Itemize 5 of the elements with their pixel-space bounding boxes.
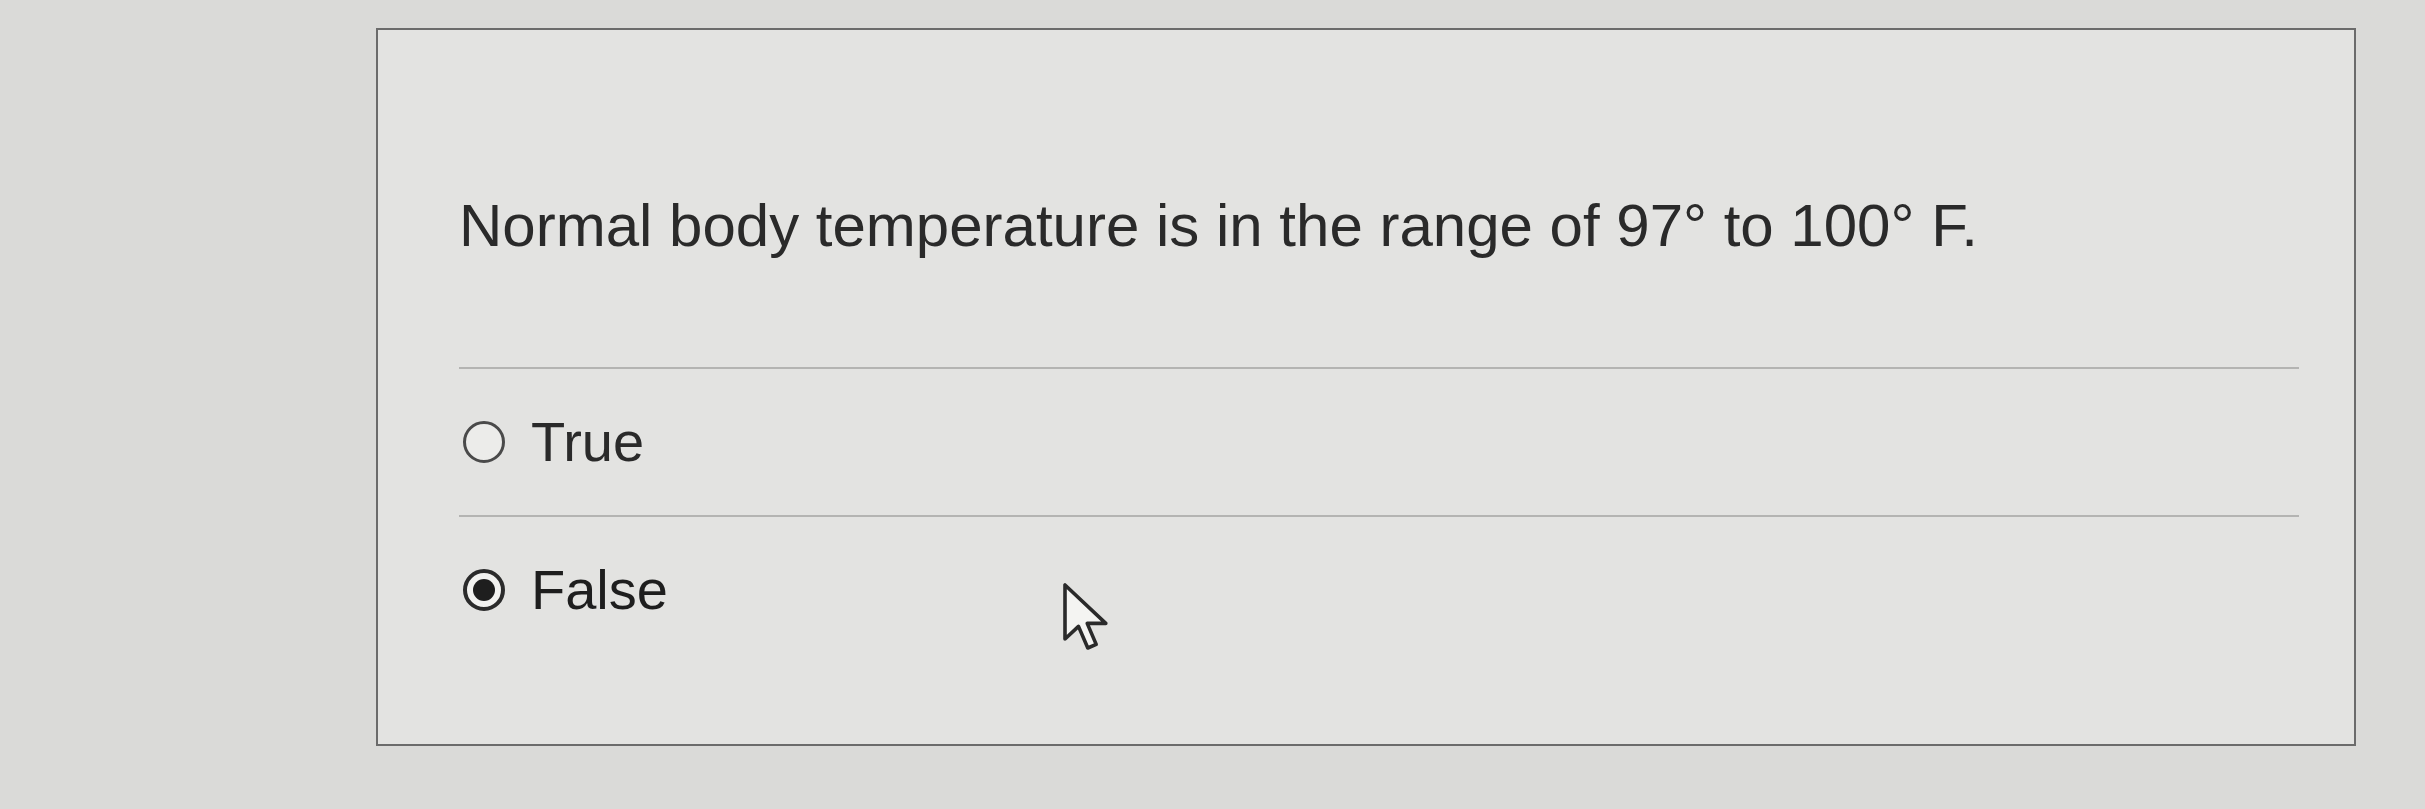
radio-button[interactable]: [463, 421, 505, 463]
option-label[interactable]: True: [531, 405, 645, 479]
radio-button[interactable]: [463, 569, 505, 611]
option-label[interactable]: False: [531, 553, 668, 627]
question-text: Normal body temperature is in the range of 97° to 100° F.: [459, 192, 1979, 260]
